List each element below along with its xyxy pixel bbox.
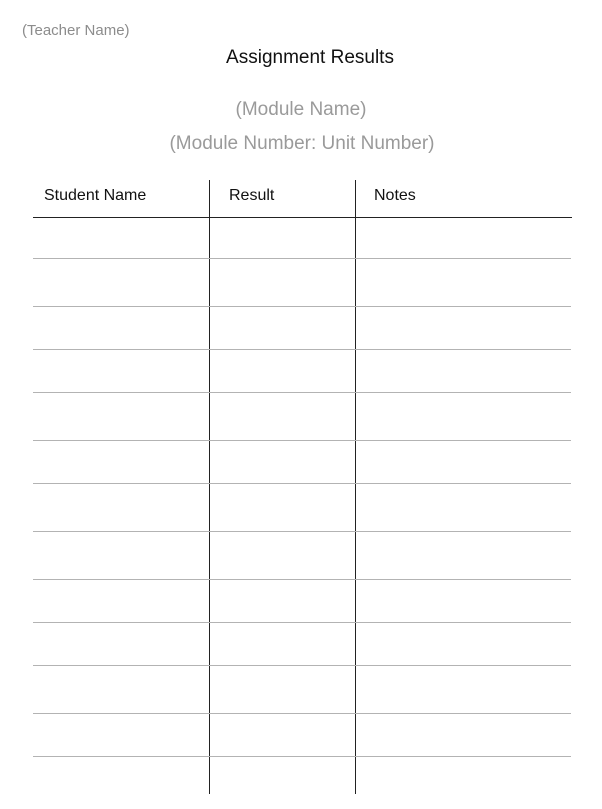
column-divider xyxy=(355,180,356,794)
table-row-divider xyxy=(33,306,571,307)
table-row-divider xyxy=(33,349,571,350)
column-header-result: Result xyxy=(229,187,275,204)
header-rule xyxy=(33,217,572,218)
table-row-divider xyxy=(33,579,571,580)
table-row-divider xyxy=(33,392,571,393)
column-header-notes: Notes xyxy=(374,187,416,204)
table-row-divider xyxy=(33,665,571,666)
table-row-divider xyxy=(33,713,571,714)
table-row-divider xyxy=(33,622,571,623)
teacher-name: (Teacher Name) xyxy=(22,22,130,39)
table-row-divider xyxy=(33,483,571,484)
table-row-divider xyxy=(33,756,571,757)
column-divider xyxy=(209,180,210,794)
column-header-student-name: Student Name xyxy=(44,187,147,204)
results-table: Student Name Result Notes xyxy=(33,180,573,794)
page-title: Assignment Results xyxy=(226,47,394,68)
module-number: (Module Number: Unit Number) xyxy=(169,133,435,154)
module-name: (Module Name) xyxy=(235,99,367,120)
table-row-divider xyxy=(33,440,571,441)
table-row-divider xyxy=(33,258,571,259)
table-row-divider xyxy=(33,531,571,532)
